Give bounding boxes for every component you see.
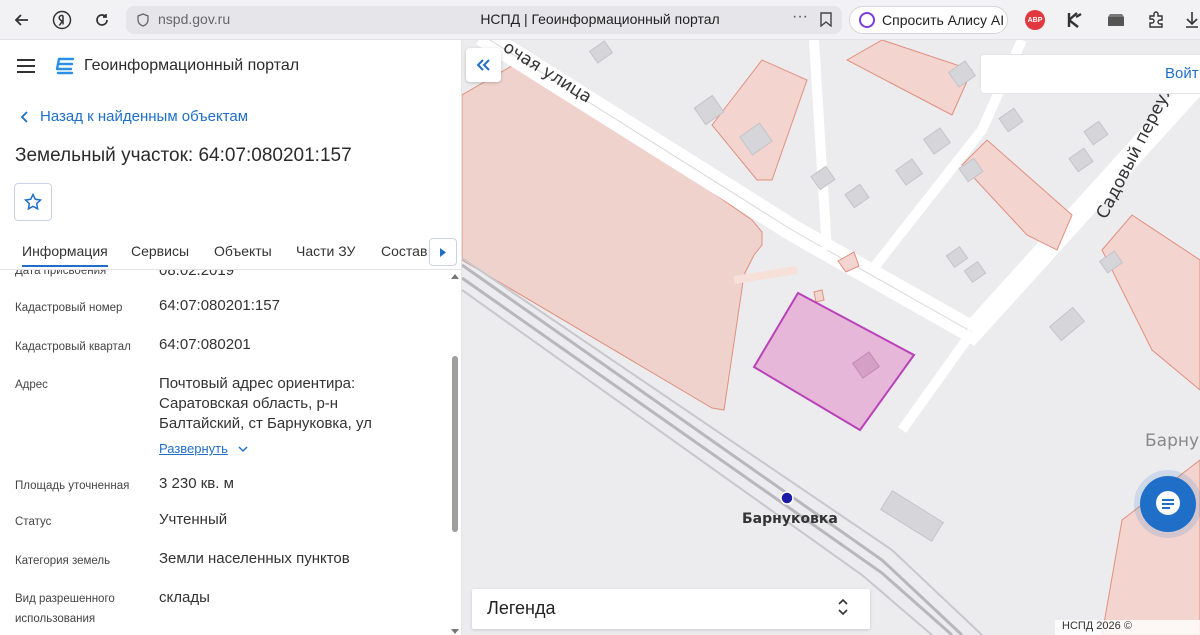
alisa-icon [859,12,875,28]
info-value: Балтайский, ст Барнуковка, ул [159,415,372,432]
back-to-results-link[interactable]: Назад к найденным объектам [20,108,248,125]
tab-objects[interactable]: Объекты [214,243,272,259]
yandex-icon[interactable] [49,7,75,33]
tabs-scroll-right-button[interactable] [429,238,457,266]
info-value: Почтовый адрес ориентира: [159,375,356,392]
info-value: Учтенный [159,511,228,528]
caret-right-icon [440,247,446,257]
map-view[interactable]: очая улица Садовый переулок Барнуковка Б… [462,40,1200,635]
info-value: 64:07:080201:157 [159,297,280,314]
info-value: Саратовская область, р-н [159,395,339,412]
info-label: Вид разрешенного [15,593,115,605]
tab-land-parts[interactable]: Части ЗУ [296,243,355,259]
reload-icon[interactable] [89,7,115,33]
info-list: Дата присвоения 08.02.2019 Кадастровый н… [0,270,448,635]
tab-services[interactable]: Сервисы [131,243,189,259]
info-label: Кадастровый квартал [15,341,131,353]
tab-composition[interactable]: Состав [381,243,427,259]
double-chevron-left-icon [476,59,490,71]
extension-box-icon[interactable] [1104,8,1128,32]
expand-legend-icon[interactable] [838,598,848,616]
legend-panel[interactable]: Легенда [472,589,870,629]
scrollbar-thumb[interactable] [452,356,458,532]
chat-button[interactable] [1140,476,1196,532]
collapse-panel-button[interactable] [466,48,501,82]
info-value: 08.02.2019 [159,270,235,279]
info-value: 64:07:080201 [159,336,251,353]
favorite-button[interactable] [14,183,52,221]
extension-k-icon[interactable] [1063,8,1087,32]
map-canvas: очая улица Садовый переулок Барнуковка Б… [462,40,1200,635]
expand-address-link[interactable]: Развернуть [159,439,248,459]
info-label: Адрес [15,379,48,391]
back-arrow-icon[interactable] [9,7,35,33]
site-shield-icon [137,13,149,27]
menu-icon[interactable] [17,59,35,73]
ask-alisa-button[interactable]: Спросить Алису AI [849,6,1008,34]
portal-header: Геоинформационный портал [0,40,462,92]
info-panel: Геоинформационный портал Назад к найденн… [0,40,462,635]
info-label: Площадь уточненная [15,480,130,492]
station-marker [780,491,794,505]
info-label: Статус [15,516,52,528]
legend-title: Легенда [487,598,556,618]
station-label: Барнуковка [742,511,838,527]
info-value: 3 230 кв. м [159,475,234,492]
chevron-left-icon [20,110,28,123]
scroll-up-icon[interactable] [451,274,459,279]
star-icon [24,193,42,211]
locality-label: Барну [1145,431,1199,451]
info-label: Категория земель [15,555,111,567]
extensions-puzzle-icon[interactable] [1144,8,1168,32]
tab-information[interactable]: Информация [22,243,108,267]
adblock-icon[interactable]: ABP [1023,8,1047,32]
address-bar[interactable]: nspd.gov.ru ··· [126,6,842,34]
info-label: Кадастровый номер [15,302,123,314]
copyright: НСПД 2026 © [1055,620,1200,635]
login-button[interactable]: Войт [980,54,1200,94]
scroll-down-icon[interactable] [451,629,459,634]
info-label: Дата присвоения [15,270,107,277]
info-value: Земли населенных пунктов [159,550,350,567]
object-tabs: Информация Сервисы Объекты Части ЗУ Сост… [0,236,462,270]
chevron-down-icon [238,446,248,453]
object-title: Земельный участок: 64:07:080201:157 [15,145,352,166]
browser-toolbar: nspd.gov.ru ··· НСПД | Геоинформационный… [0,0,1200,40]
url-text: nspd.gov.ru [158,11,231,27]
more-icon[interactable]: ··· [792,8,808,26]
bookmark-icon[interactable] [820,12,832,27]
info-label: использования [15,613,96,625]
info-value: склады [159,589,210,606]
portal-name: Геоинформационный портал [84,57,300,74]
download-icon[interactable] [1180,8,1200,32]
portal-logo-icon [55,57,75,75]
chat-icon [1156,491,1180,515]
